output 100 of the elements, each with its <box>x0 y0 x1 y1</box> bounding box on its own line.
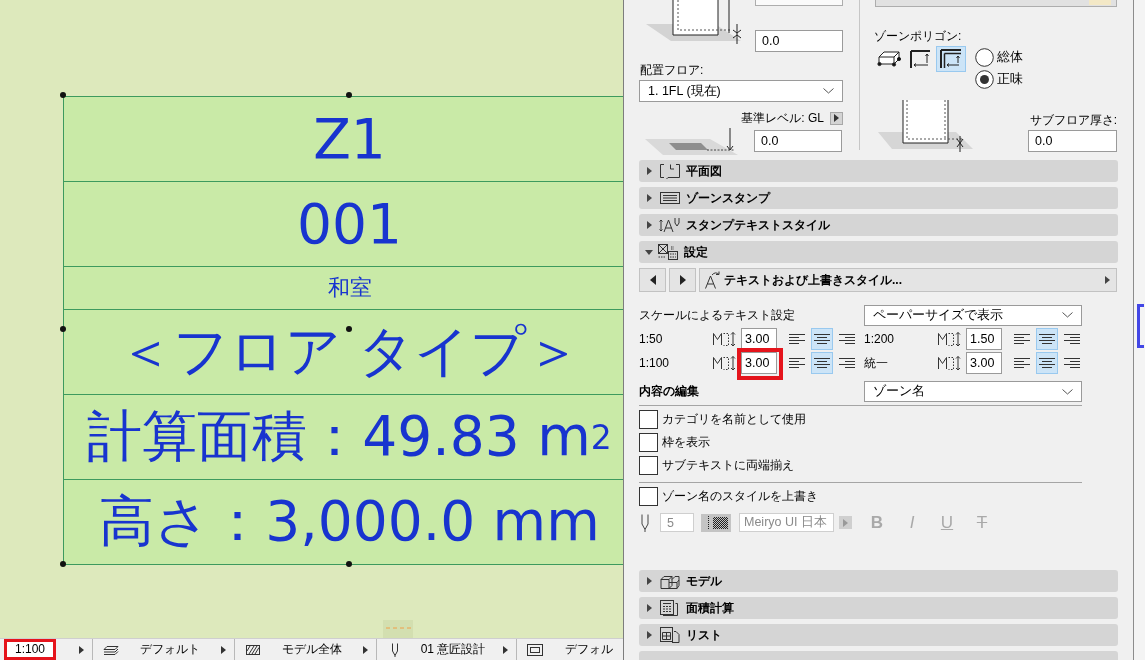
caret-right-icon <box>221 645 226 654</box>
input-field[interactable] <box>755 0 843 6</box>
next-button[interactable] <box>669 268 696 292</box>
color-swatch-icon <box>1089 0 1111 5</box>
selection-handle-icon[interactable] <box>60 326 66 332</box>
input-field[interactable]: 3.00 <box>966 352 1002 374</box>
align-left-icon <box>789 357 805 369</box>
text-size-icon <box>712 354 736 372</box>
input-field[interactable]: 0.0 <box>755 30 843 52</box>
caret-left-icon <box>649 275 656 285</box>
dropdown[interactable]: ペーパーサイズで表示 <box>864 304 1082 326</box>
section-header[interactable]: ゾーンスタンプ <box>639 187 1118 209</box>
stamp-cell: 計算面積：49.83 m$^{2}$ <box>64 394 623 479</box>
input-field[interactable]: 0.0 <box>754 130 842 152</box>
align-left-icon <box>1014 357 1030 369</box>
option-label: ゾーン名のスタイルを上書き <box>662 488 818 505</box>
caret-right-icon <box>79 645 84 654</box>
dropdown[interactable]: ゾーン名 <box>864 381 1082 402</box>
settings-icon <box>657 244 679 260</box>
previous-button[interactable] <box>639 268 666 292</box>
section-header[interactable]: 面積計算 <box>639 597 1118 619</box>
calculator-icon <box>659 600 681 616</box>
net-outline-icon <box>939 48 963 70</box>
radio-button[interactable] <box>975 70 994 89</box>
checkbox[interactable] <box>639 433 658 452</box>
field-label: 配置フロア: <box>640 62 705 78</box>
scale-label: 1:50 <box>639 332 664 346</box>
style-menu-button[interactable]: テキストおよび上書きスタイル... <box>699 268 1117 292</box>
radio-label: 総体 <box>997 49 1023 66</box>
option-label: サブテキストに両端揃え <box>662 457 794 474</box>
align-right-icon <box>1064 357 1080 369</box>
align-button[interactable] <box>811 352 833 374</box>
input-field[interactable]: 0.0 <box>1028 130 1117 152</box>
selection-handle-icon[interactable] <box>60 561 66 567</box>
checkbox[interactable] <box>639 410 658 429</box>
status-dropdown[interactable]: 01 意匠設計 <box>377 639 517 660</box>
field-label: ゾーンポリゴン: <box>874 28 963 44</box>
option-label: カテゴリを名前として使用 <box>662 411 806 428</box>
cubes-icon <box>659 573 681 589</box>
checkbox[interactable] <box>639 487 658 506</box>
field-label: 基準レベル: GL <box>741 109 824 127</box>
floor-plan-icon <box>659 163 681 179</box>
text-style-icon <box>704 271 721 289</box>
input-field[interactable]: 3.00 <box>741 328 777 350</box>
chevron-down-icon <box>1062 312 1073 318</box>
radio-button[interactable] <box>975 48 994 67</box>
input-field[interactable]: 1.50 <box>966 328 1002 350</box>
caret-right-icon <box>843 518 848 527</box>
caret-right-icon <box>679 275 686 285</box>
selection-handle-icon[interactable] <box>60 92 66 98</box>
bracket-icon <box>1136 304 1144 348</box>
mode-button[interactable] <box>936 46 966 72</box>
checkbox[interactable] <box>639 456 658 475</box>
slab-3d-icon <box>877 48 901 70</box>
input-field[interactable]: 3.00 <box>741 352 777 374</box>
selection-handle-icon[interactable] <box>346 561 352 567</box>
section-header[interactable]: モデル <box>639 570 1118 592</box>
align-right-icon <box>839 357 855 369</box>
stamp-cell: Z1 <box>64 96 623 181</box>
align-left-icon <box>789 333 805 345</box>
popup-button[interactable] <box>830 111 843 125</box>
caret-right-icon <box>363 645 368 654</box>
align-center-icon <box>1039 357 1055 369</box>
section-header[interactable]: リスト <box>639 624 1118 646</box>
status-dropdown[interactable]: デフォル <box>517 639 623 660</box>
caret-right-icon <box>834 114 839 122</box>
align-button[interactable] <box>1036 352 1058 374</box>
align-button[interactable] <box>811 328 833 350</box>
status-dropdown[interactable]: 1:100 <box>0 639 93 660</box>
text-size-icon <box>937 354 961 372</box>
hatched-frame-icon <box>245 642 261 657</box>
pen-icon <box>640 513 650 532</box>
radio-label: 正味 <box>997 71 1023 88</box>
status-dropdown[interactable]: モデル全体 <box>235 639 377 660</box>
section-header[interactable]: 設定 <box>639 241 1118 263</box>
stamp-cell: 高さ：3,000.0 mm <box>64 479 623 564</box>
selection-handle-icon[interactable] <box>346 92 352 98</box>
align-right-icon <box>839 333 855 345</box>
grip-icon[interactable] <box>383 620 413 638</box>
text-size-icon <box>937 330 961 348</box>
stamp-icon <box>659 190 681 206</box>
field-label: スケールによるテキスト設定 <box>639 306 796 324</box>
caret-right-icon <box>503 645 508 654</box>
gross-outline-icon <box>908 48 932 70</box>
text-size-icon <box>712 330 736 348</box>
field-label: 内容の編集 <box>639 383 700 400</box>
field-label: サブフロア厚さ: <box>1029 112 1117 128</box>
section-header[interactable]: 平面図 <box>639 160 1118 182</box>
align-button[interactable] <box>1036 328 1058 350</box>
dropdown[interactable]: 1. 1FL (現在) <box>639 80 843 102</box>
section-header[interactable]: スタンプテキストスタイル <box>639 214 1118 236</box>
chevron-down-icon <box>823 88 834 94</box>
frame-icon <box>527 642 543 657</box>
selection-handle-icon[interactable] <box>346 326 352 332</box>
align-center-icon <box>814 333 830 345</box>
status-dropdown[interactable]: デフォルト <box>93 639 235 660</box>
align-center-icon <box>814 357 830 369</box>
chevron-down-icon <box>1062 388 1073 395</box>
list-document-icon <box>659 627 681 643</box>
pattern-swatch-icon[interactable] <box>701 513 731 532</box>
